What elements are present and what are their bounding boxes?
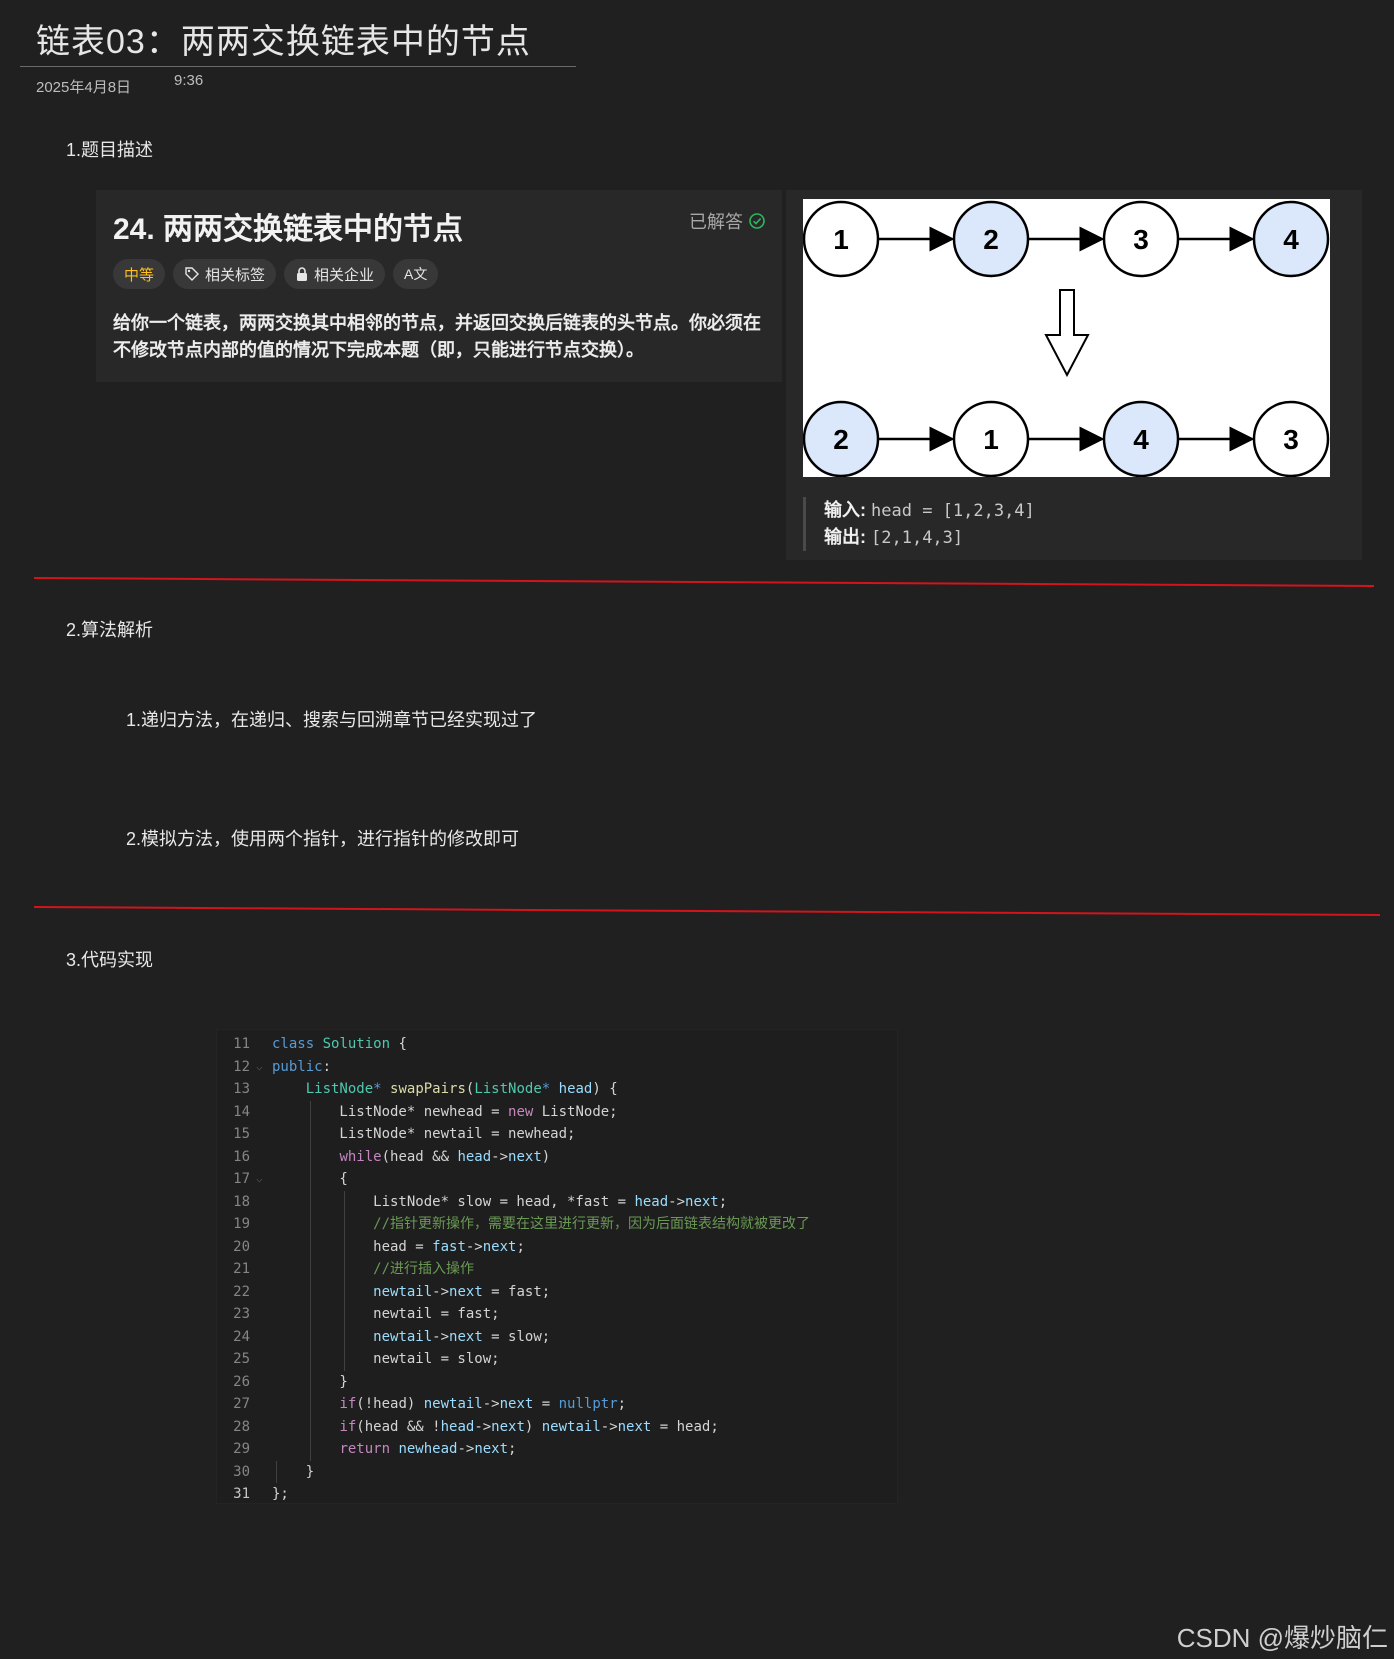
problem-tags: 中等 相关标签 相关企业 A文 [113, 259, 439, 289]
code-line: 31}; [216, 1483, 898, 1506]
line-number: 17 [233, 1171, 250, 1187]
code-line: 18 ListNode* slow = head, *fast = head->… [216, 1190, 898, 1213]
code-line: 30 } [216, 1460, 898, 1483]
node-value: 1 [983, 424, 999, 455]
line-number: 11 [233, 1036, 250, 1052]
line-number: 13 [233, 1081, 250, 1097]
fold-chevron-icon[interactable]: ⌵ [256, 1168, 263, 1191]
difficulty-badge: 中等 [113, 259, 166, 289]
analysis-item-simulation: 2.模拟方法，使用两个指针，进行指针的修改即可 [126, 829, 520, 849]
code-line: 19 //指针更新操作，需要在这里进行更新，因为后面链表结构就被更改了 [216, 1213, 898, 1236]
node-value: 2 [833, 424, 849, 455]
lock-icon [297, 267, 308, 281]
example-card: 1 2 3 4 2 1 4 3 输入: head = [1,2,3,4] 输出:… [786, 190, 1362, 560]
line-number: 25 [233, 1351, 250, 1367]
check-circle-icon [749, 213, 765, 229]
translate-button[interactable]: A文 [393, 259, 439, 289]
line-number: 22 [233, 1283, 250, 1300]
code-line: 15 ListNode* newtail = newhead; [216, 1123, 898, 1146]
line-number: 30 [233, 1463, 250, 1480]
csdn-watermark: CSDN @爆炒脑仁 [1176, 1623, 1388, 1653]
related-companies-label: 相关企业 [314, 266, 375, 284]
line-number: 27 [233, 1396, 250, 1412]
code-line: 11 class Solution { [216, 1033, 898, 1056]
node-value: 2 [983, 224, 999, 255]
down-arrow-icon [1044, 289, 1090, 378]
solved-status: 已解答 [689, 208, 766, 234]
code-screenshot: 11 class Solution { 12 ⌵ public: 13 ListNod… [216, 1029, 898, 1504]
related-tags-label: 相关标签 [205, 266, 266, 284]
related-companies-button[interactable]: 相关企业 [284, 259, 386, 289]
code-line: 22 newtail->next = fast; [216, 1280, 898, 1303]
output-value: [2,1,4,3] [871, 528, 964, 548]
note-title: 链表03：两两交换链表中的节点 [36, 23, 531, 61]
tag-icon [185, 267, 200, 281]
code-line: 17 ⌵ { [216, 1168, 898, 1191]
code-line: 13 ListNode* swapPairs(ListNode* head) { [216, 1078, 898, 1101]
line-number: 18 [233, 1193, 250, 1210]
node-value: 3 [1283, 424, 1299, 455]
example-io: 输入: head = [1,2,3,4] 输出: [2,1,4,3] [803, 497, 1035, 551]
code-line: 26 } [216, 1370, 898, 1393]
section-divider [34, 577, 1375, 587]
node-value: 1 [833, 224, 849, 255]
node-value: 3 [1133, 224, 1149, 255]
code-line: 21 //进行插入操作 [216, 1258, 898, 1281]
input-value: head = [1,2,3,4] [871, 501, 1035, 521]
code-line: 20 head = fast->next; [216, 1235, 898, 1258]
analysis-item-recursion: 1.递归方法，在递归、搜索与回溯章节已经实现过了 [126, 710, 538, 730]
note-time: 9:36 [174, 72, 204, 89]
line-number: 24 [233, 1328, 250, 1345]
code-line: 27 if(!head) newtail->next = nullptr; [216, 1393, 898, 1416]
line-number: 14 [233, 1103, 250, 1120]
related-tags-button[interactable]: 相关标签 [173, 259, 277, 289]
line-number: 26 [233, 1373, 250, 1390]
problem-description: 给你一个链表，两两交换其中相邻的节点，并返回交换后链表的头节点。你必须在不修改节… [113, 313, 761, 360]
problem-card: 24. 两两交换链表中的节点 已解答 中等 相关标签 相关企业 A文 给你一个链… [96, 190, 782, 382]
node-value: 4 [1133, 424, 1149, 455]
code-line: 12 ⌵ public: [216, 1056, 898, 1079]
line-number: 20 [233, 1238, 250, 1255]
node-value: 4 [1283, 224, 1299, 255]
code-line: 25 newtail = slow; [216, 1348, 898, 1371]
translate-icon: A文 [404, 266, 428, 282]
code-line: 23 newtail = fast; [216, 1303, 898, 1326]
note-date: 2025年4月8日 [36, 79, 132, 96]
line-number: 16 [233, 1148, 250, 1165]
code-line: 24 newtail->next = slow; [216, 1325, 898, 1348]
line-number: 21 [233, 1261, 250, 1277]
code-line: 29 return newhead->next; [216, 1438, 898, 1461]
list-before: 1 2 3 4 [802, 200, 1330, 278]
section-heading-code: 3.代码实现 [66, 950, 154, 970]
line-number: 19 [233, 1216, 250, 1232]
line-number: 15 [233, 1126, 250, 1142]
code-line: 16 while(head && head->next) [216, 1145, 898, 1168]
section-divider [34, 906, 1380, 916]
input-label: 输入: [824, 500, 866, 520]
code-line: 28 if(head && !head->next) newtail->next… [216, 1415, 898, 1438]
output-label: 输出: [824, 527, 866, 547]
line-number: 23 [233, 1306, 250, 1322]
title-underline [20, 66, 576, 67]
code-line: 14 ListNode* newhead = new ListNode; [216, 1100, 898, 1123]
section-heading-description: 1.题目描述 [66, 140, 154, 160]
fold-chevron-icon[interactable]: ⌵ [256, 1056, 263, 1079]
line-number: 28 [233, 1418, 250, 1435]
problem-title[interactable]: 24. 两两交换链表中的节点 [113, 204, 463, 248]
list-after: 2 1 4 3 [802, 400, 1330, 478]
swap-diagram: 1 2 3 4 2 1 4 3 [802, 199, 1330, 478]
line-number: 12 [233, 1058, 250, 1075]
line-number: 29 [233, 1441, 250, 1457]
solved-label: 已解答 [689, 212, 743, 232]
section-heading-analysis: 2.算法解析 [66, 620, 154, 640]
line-number: 31 [233, 1486, 250, 1502]
